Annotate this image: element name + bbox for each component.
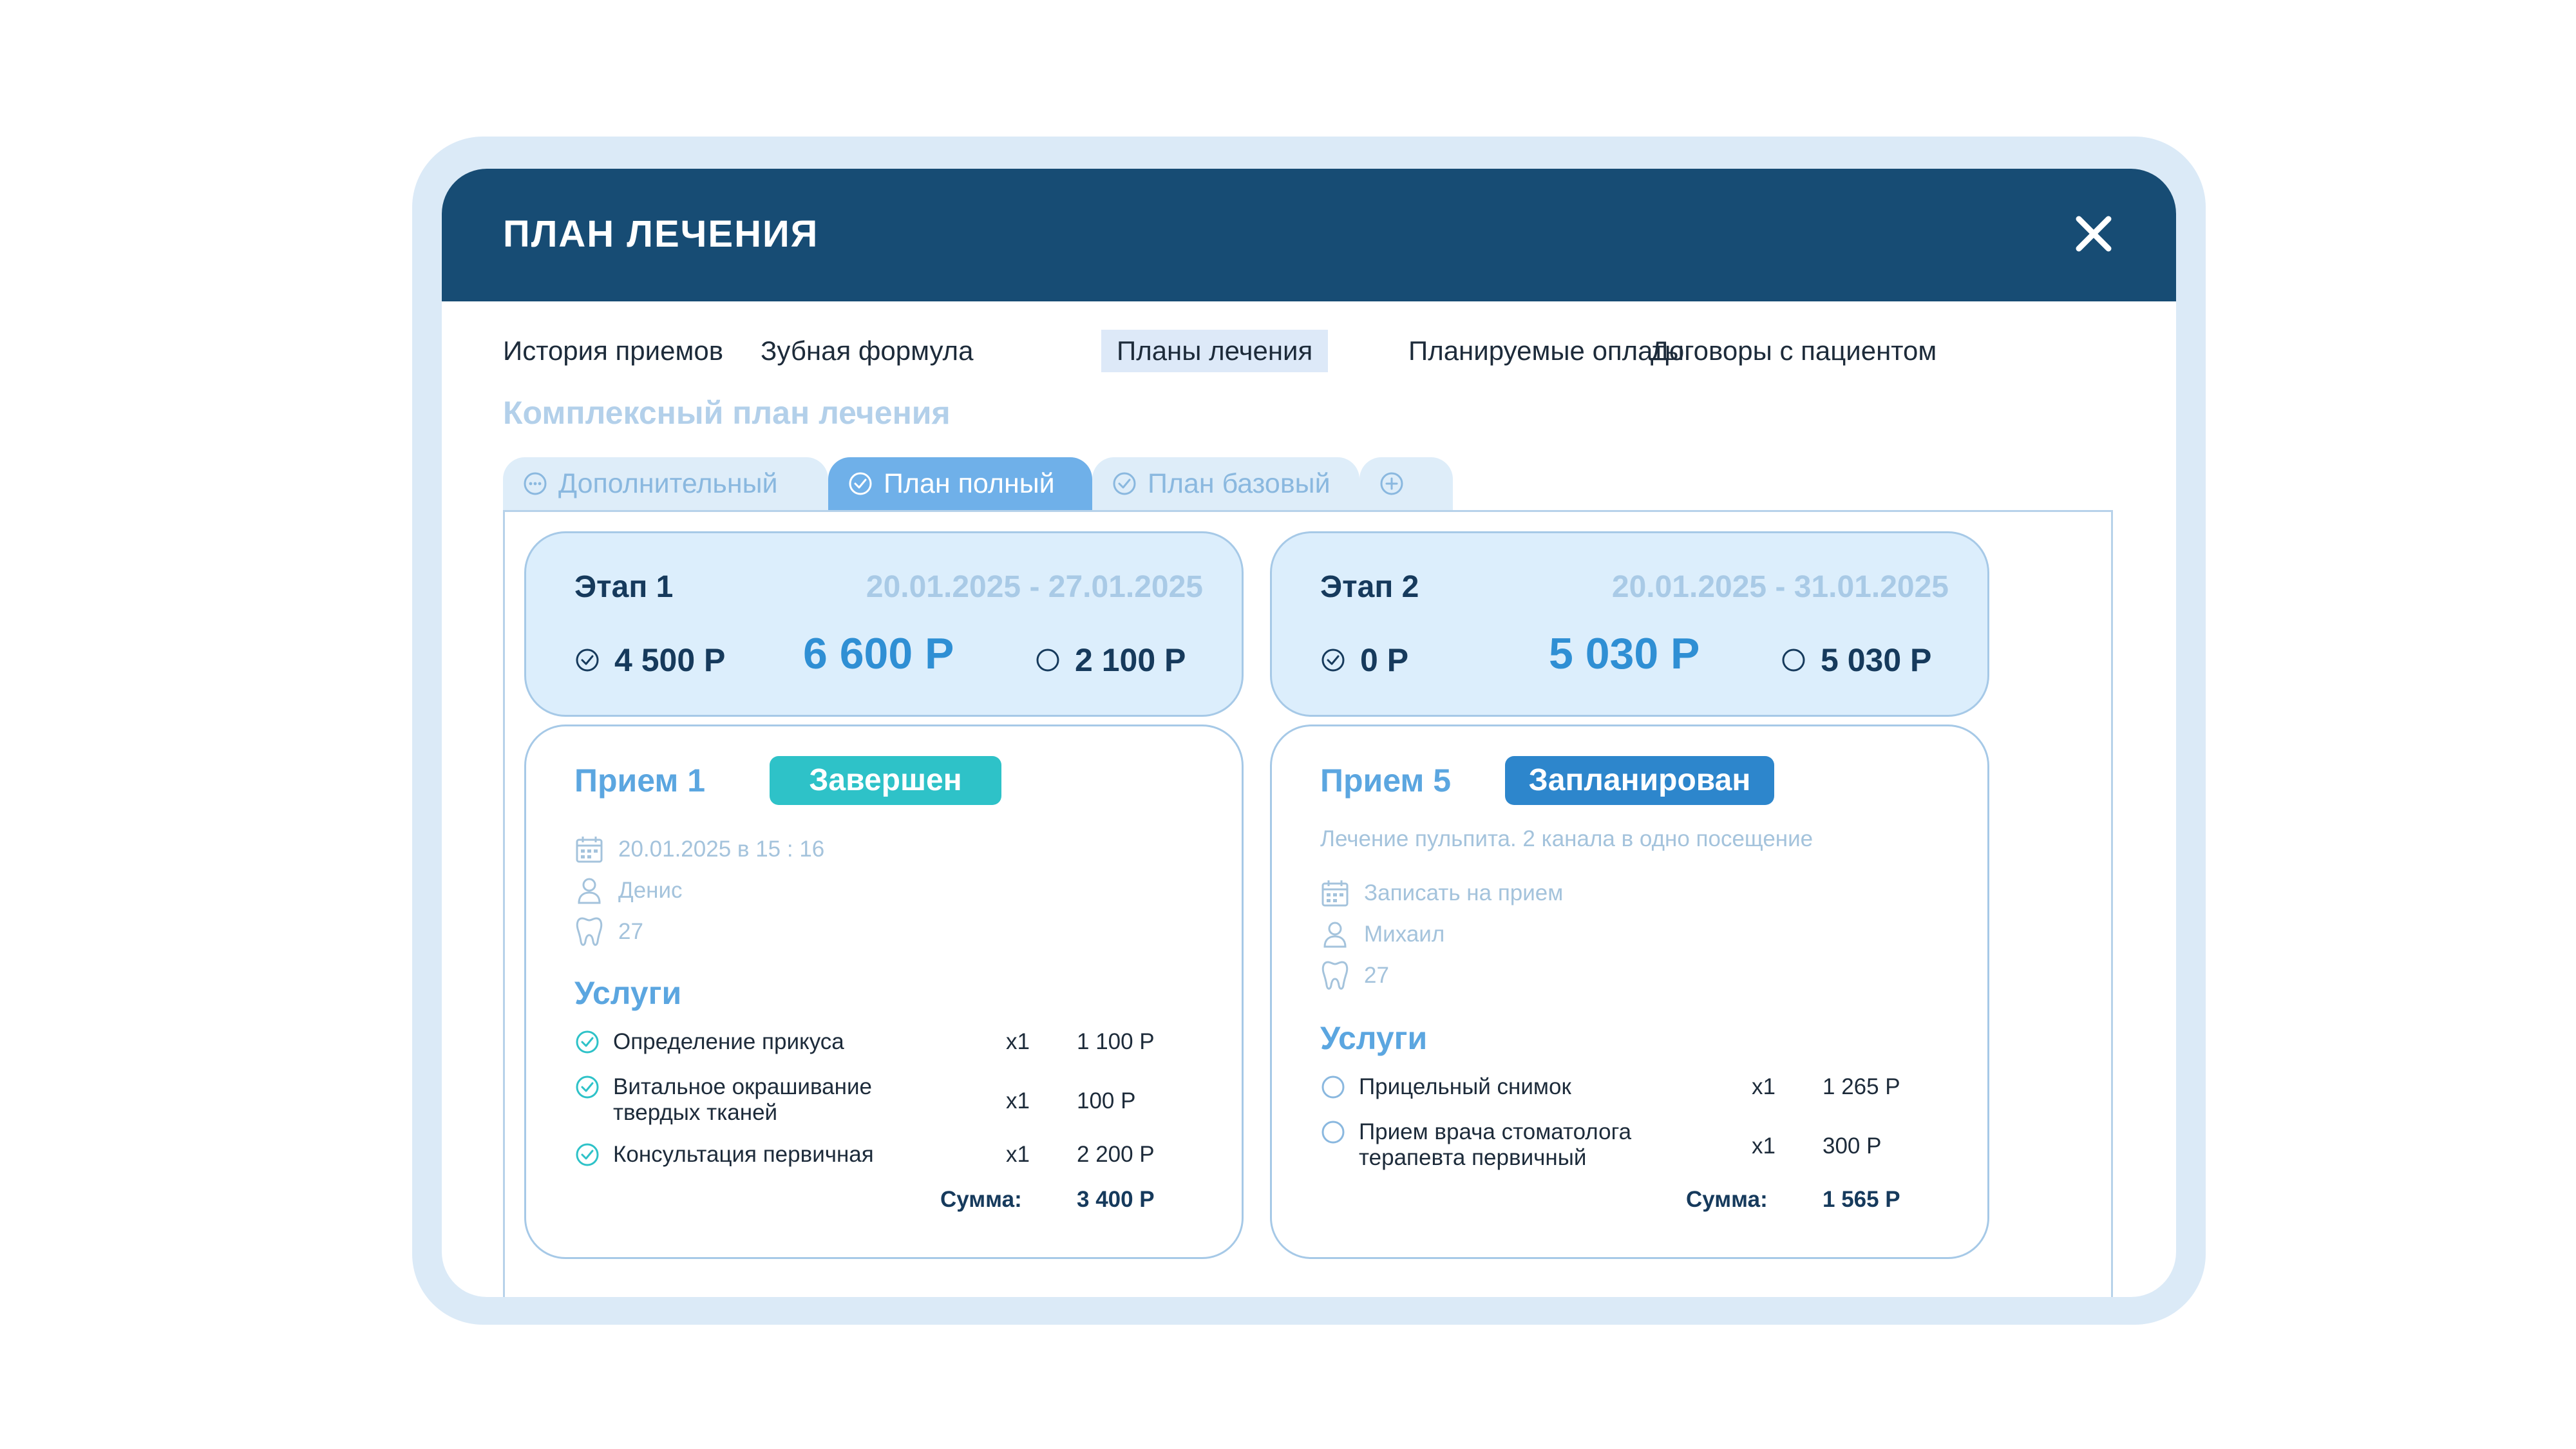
tab-planned-payments[interactable]: Планируемые оплаты <box>1408 330 1684 372</box>
service-price: 100 Р <box>1077 1088 1136 1113</box>
treatment-plan-modal: ПЛАН ЛЕЧЕНИЯ История приемов Зубная форм… <box>442 169 2176 1297</box>
calendar-icon <box>1321 880 1349 907</box>
section-title: Комплексный план лечения <box>503 395 951 431</box>
service-row: Прием врача стоматолога терапевта первич… <box>1320 1119 1964 1173</box>
visit-name: Прием 5 <box>1320 762 1452 799</box>
check-circle-icon <box>576 1143 599 1166</box>
plan-tab-label: Дополнительный <box>558 468 778 499</box>
visit-datetime-text: 20.01.2025 в 15 : 16 <box>618 837 825 862</box>
service-price: 300 Р <box>1823 1133 1882 1159</box>
plan-tab-label: План базовый <box>1148 468 1331 499</box>
service-qty: x1 <box>1752 1074 1776 1099</box>
book-appointment-link[interactable]: Записать на прием <box>1364 880 1563 906</box>
stage-total: 6 600 Р <box>803 629 954 678</box>
check-circle-icon <box>576 1030 599 1054</box>
visit-tooth-text: 27 <box>618 919 643 944</box>
calendar-icon <box>576 837 603 863</box>
stage-remaining-amount: 5 030 Р <box>1821 642 1932 678</box>
visit-card[interactable]: Прием 5 Запланирован Лечение пульпита. 2… <box>1270 724 1989 1259</box>
empty-circle-icon <box>1036 649 1059 672</box>
tooth-icon <box>1321 961 1349 990</box>
visit-doctor: Михаил <box>1320 920 1444 949</box>
empty-circle-icon <box>1782 649 1805 672</box>
visit-doctor-text: Михаил <box>1364 922 1445 947</box>
tab-dental-formula[interactable]: Зубная формула <box>761 330 973 372</box>
modal-title: ПЛАН ЛЕЧЕНИЯ <box>503 213 819 255</box>
sum-value: 1 565 Р <box>1823 1187 1900 1212</box>
plan-tab-basic[interactable]: План базовый <box>1092 457 1359 510</box>
service-name: Определение прикуса <box>613 1029 844 1054</box>
modal-header: ПЛАН ЛЕЧЕНИЯ <box>442 169 2176 301</box>
empty-circle-icon <box>1321 1121 1345 1144</box>
check-circle-icon <box>849 472 872 495</box>
user-icon <box>578 878 601 904</box>
visit-card[interactable]: Прием 1 Завершен 20.01.2025 в 15 : 16 Де… <box>524 724 1244 1259</box>
service-qty: x1 <box>1006 1029 1030 1054</box>
status-badge: Запланирован <box>1505 756 1774 805</box>
visit-name: Прием 1 <box>574 762 706 799</box>
stage-remaining: 2 100 Р <box>1035 641 1186 679</box>
plus-circle-icon <box>1380 472 1403 495</box>
visit-tooth: 27 <box>574 916 643 948</box>
visit-datetime[interactable]: Записать на прием <box>1320 878 1563 908</box>
plan-tab-label: План полный <box>884 468 1055 499</box>
stage-card[interactable]: Этап 1 20.01.2025 - 27.01.2025 4 500 Р 6… <box>524 531 1244 717</box>
sum-value: 3 400 Р <box>1077 1187 1155 1212</box>
stage-remaining-amount: 2 100 Р <box>1075 642 1186 678</box>
service-price: 1 100 Р <box>1077 1029 1155 1054</box>
plan-tab-full[interactable]: План полный <box>828 457 1092 510</box>
plan-tab-additional[interactable]: Дополнительный <box>503 457 828 510</box>
service-qty: x1 <box>1752 1133 1776 1159</box>
stage-paid-amount: 4 500 Р <box>614 642 726 678</box>
services-title: Услуги <box>574 975 682 1011</box>
check-circle-icon <box>576 649 599 672</box>
visit-tooth-text: 27 <box>1364 963 1389 988</box>
tab-visit-history[interactable]: История приемов <box>503 330 723 372</box>
visit-description: Лечение пульпита. 2 канала в одно посеще… <box>1320 826 1814 851</box>
service-qty: x1 <box>1006 1088 1030 1113</box>
visit-doctor: Денис <box>574 876 683 905</box>
add-plan-button[interactable] <box>1359 457 1453 510</box>
tab-patient-contracts[interactable]: Договоры с пациентом <box>1651 330 1937 372</box>
plan-panel: Этап 1 20.01.2025 - 27.01.2025 4 500 Р 6… <box>503 510 2113 1297</box>
stage-paid: 4 500 Р <box>574 641 725 679</box>
stage-remaining: 5 030 Р <box>1781 641 1931 679</box>
stage-dates: 20.01.2025 - 31.01.2025 <box>1611 570 1949 604</box>
check-circle-icon <box>1321 649 1345 672</box>
service-qty: x1 <box>1006 1142 1030 1167</box>
check-circle-icon <box>1113 472 1136 495</box>
visit-datetime: 20.01.2025 в 15 : 16 <box>574 835 824 864</box>
tab-bar: История приемов Зубная формула Планы леч… <box>442 330 2176 375</box>
service-price: 1 265 Р <box>1823 1074 1900 1099</box>
stage-name: Этап 1 <box>574 570 674 604</box>
service-name: Консультация первичная <box>613 1142 874 1167</box>
close-icon[interactable] <box>2071 211 2116 256</box>
visit-doctor-text: Денис <box>618 878 683 903</box>
empty-circle-icon <box>1321 1075 1345 1099</box>
service-row: Витальное окрашивание твердых тканей x1 … <box>574 1074 1218 1128</box>
service-name: Прицельный снимок <box>1359 1074 1571 1099</box>
visit-tooth: 27 <box>1320 960 1389 992</box>
service-name: Витальное окрашивание твердых тканей <box>613 1074 872 1125</box>
tooth-icon <box>576 917 603 946</box>
more-circle-icon <box>524 472 547 495</box>
stage-card[interactable]: Этап 2 20.01.2025 - 31.01.2025 0 Р 5 030… <box>1270 531 1989 717</box>
service-name: Прием врача стоматолога терапевта первич… <box>1359 1119 1632 1170</box>
stage-name: Этап 2 <box>1320 570 1419 604</box>
tab-treatment-plans[interactable]: Планы лечения <box>1101 330 1329 372</box>
services-title: Услуги <box>1320 1020 1428 1056</box>
service-price: 2 200 Р <box>1077 1142 1155 1167</box>
sum-label: Сумма: <box>940 1187 1022 1212</box>
stage-total: 5 030 Р <box>1549 629 1700 678</box>
user-icon <box>1323 922 1347 948</box>
stage-dates: 20.01.2025 - 27.01.2025 <box>866 570 1203 604</box>
stage-paid-amount: 0 Р <box>1360 642 1409 678</box>
sum-label: Сумма: <box>1686 1187 1768 1212</box>
stage-paid: 0 Р <box>1320 641 1408 679</box>
check-circle-icon <box>576 1075 599 1099</box>
status-badge: Завершен <box>770 756 1001 805</box>
